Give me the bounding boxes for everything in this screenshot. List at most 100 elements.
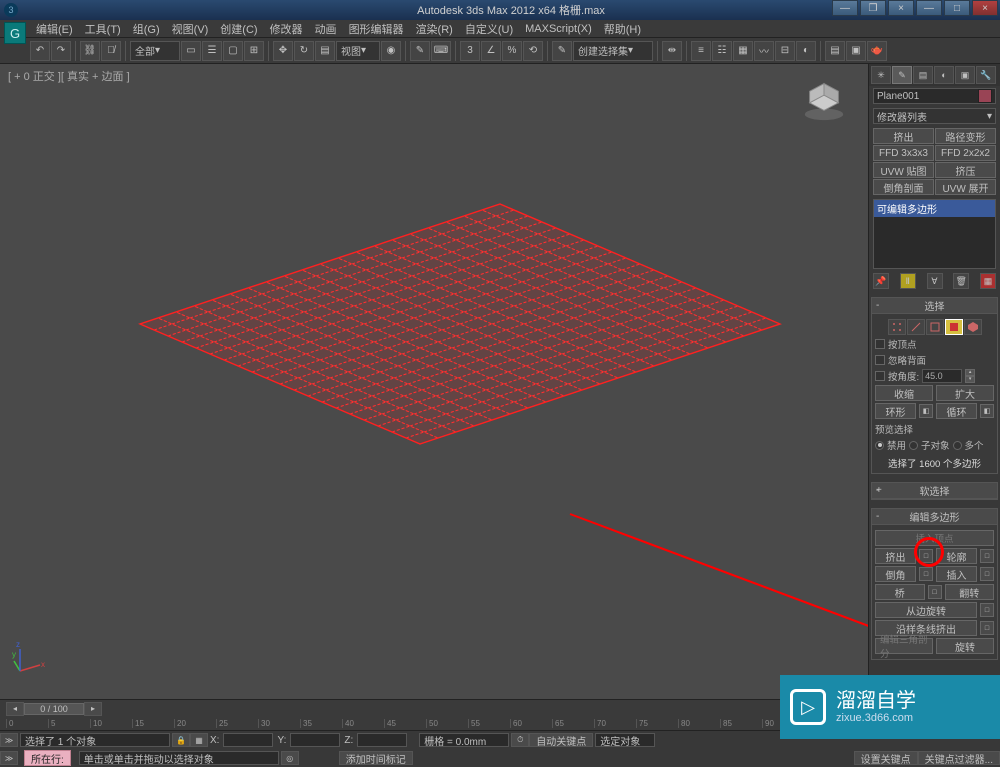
select-rotate-button[interactable]: ↻ bbox=[294, 41, 314, 61]
menu-edit[interactable]: 编辑(E) bbox=[30, 21, 79, 37]
script-mini-listener[interactable]: ≫ bbox=[0, 733, 18, 747]
lock-selection-button[interactable]: 🔒 bbox=[172, 733, 190, 747]
create-tab[interactable]: ✳ bbox=[871, 66, 891, 84]
menu-animation[interactable]: 动画 bbox=[309, 21, 343, 37]
extrude-button[interactable]: 挤出 bbox=[875, 548, 916, 564]
bridge-button[interactable]: 桥 bbox=[875, 584, 925, 600]
application-menu-button[interactable]: G bbox=[4, 22, 26, 44]
menu-tools[interactable]: 工具(T) bbox=[79, 21, 127, 37]
menu-customize[interactable]: 自定义(U) bbox=[459, 21, 519, 37]
make-unique-button[interactable]: ∀ bbox=[927, 273, 943, 289]
quick-mod-1[interactable]: 路径变形 bbox=[935, 128, 996, 144]
curve-editor-button[interactable]: 〰 bbox=[754, 41, 774, 61]
remove-modifier-button[interactable]: 🗑 bbox=[953, 273, 969, 289]
preview-off-radio[interactable] bbox=[875, 441, 884, 450]
quick-mod-2[interactable]: FFD 3x3x3 bbox=[873, 145, 934, 161]
vertex-subobj[interactable] bbox=[888, 319, 906, 335]
border-subobj[interactable] bbox=[926, 319, 944, 335]
by-angle-checkbox[interactable] bbox=[875, 371, 885, 381]
restore-button[interactable]: ❐ bbox=[860, 0, 886, 16]
menu-help[interactable]: 帮助(H) bbox=[598, 21, 647, 37]
autokey-button[interactable]: 自动关键点 bbox=[529, 733, 593, 747]
schematic-button[interactable]: ⊟ bbox=[775, 41, 795, 61]
inset-settings-button[interactable]: □ bbox=[980, 567, 994, 581]
hinge-button[interactable]: 从边旋转 bbox=[875, 602, 977, 618]
by-angle-value[interactable] bbox=[922, 369, 962, 383]
snap-toggle-button[interactable]: 3 bbox=[460, 41, 480, 61]
render-setup-button[interactable]: ▤ bbox=[825, 41, 845, 61]
align-button[interactable]: ≡ bbox=[691, 41, 711, 61]
grow-selection-button[interactable]: 扩大 bbox=[936, 385, 994, 401]
ignore-backfacing-checkbox[interactable] bbox=[875, 355, 885, 365]
retriangulate-button[interactable]: 旋转 bbox=[936, 638, 994, 654]
link-button[interactable]: ⛓ bbox=[80, 41, 100, 61]
x-coord-field[interactable] bbox=[223, 733, 273, 747]
extrude-spline-settings-button[interactable]: □ bbox=[980, 621, 994, 635]
select-object-button[interactable]: ▭ bbox=[181, 41, 201, 61]
quick-mod-0[interactable]: 挤出 bbox=[873, 128, 934, 144]
ref-coord-dropdown[interactable]: 视图 ▾ bbox=[336, 41, 380, 61]
undo-button[interactable]: ↶ bbox=[30, 41, 50, 61]
y-coord-field[interactable] bbox=[290, 733, 340, 747]
menu-views[interactable]: 视图(V) bbox=[166, 21, 215, 37]
minimize-outer-button[interactable]: — bbox=[916, 0, 942, 16]
edit-named-sel-button[interactable]: ✎ bbox=[552, 41, 572, 61]
by-vertex-checkbox[interactable] bbox=[875, 339, 885, 349]
quick-mod-4[interactable]: UVW 贴图 bbox=[873, 162, 934, 178]
modify-tab[interactable]: ✎ bbox=[892, 66, 912, 84]
edit-tri-button[interactable]: 编辑三角剖分 bbox=[875, 638, 933, 654]
angle-snap-button[interactable]: ∠ bbox=[481, 41, 501, 61]
isolate-button[interactable]: ◎ bbox=[281, 751, 299, 765]
time-prev-button[interactable]: ◂ bbox=[6, 702, 24, 716]
menu-modifiers[interactable]: 修改器 bbox=[264, 21, 309, 37]
rendered-frame-button[interactable]: ▣ bbox=[846, 41, 866, 61]
quick-mod-6[interactable]: 倒角剖面 bbox=[873, 179, 934, 195]
loop-button[interactable]: 循环 bbox=[936, 403, 977, 419]
inset-button[interactable]: 插入 bbox=[936, 566, 977, 582]
window-crossing-button[interactable]: ⊞ bbox=[244, 41, 264, 61]
select-by-name-button[interactable]: ☰ bbox=[202, 41, 222, 61]
ring-caddy[interactable]: ◧ bbox=[919, 404, 933, 418]
set-key-button[interactable]: 设置关键点 bbox=[854, 751, 918, 765]
keyboard-shortcut-button[interactable]: ⌨ bbox=[431, 41, 451, 61]
menu-create[interactable]: 创建(C) bbox=[214, 21, 263, 37]
key-selset-field[interactable]: 选定对象 bbox=[595, 733, 655, 747]
percent-snap-button[interactable]: % bbox=[502, 41, 522, 61]
modifier-list-dropdown[interactable]: 修改器列表▾ bbox=[873, 108, 996, 124]
bridge-settings-button[interactable]: □ bbox=[928, 585, 942, 599]
key-filter-button[interactable]: 关键点过滤器... bbox=[918, 751, 1000, 765]
layers-button[interactable]: ☷ bbox=[712, 41, 732, 61]
shrink-selection-button[interactable]: 收缩 bbox=[875, 385, 933, 401]
extrude-settings-button[interactable]: □ bbox=[919, 549, 933, 563]
hinge-settings-button[interactable]: □ bbox=[980, 603, 994, 617]
spinner-snap-button[interactable]: ⟲ bbox=[523, 41, 543, 61]
viewcube[interactable] bbox=[800, 74, 848, 122]
utilities-tab[interactable]: 🔧 bbox=[976, 66, 996, 84]
ring-button[interactable]: 环形 bbox=[875, 403, 916, 419]
select-move-button[interactable]: ✥ bbox=[273, 41, 293, 61]
quick-mod-3[interactable]: FFD 2x2x2 bbox=[935, 145, 996, 161]
z-coord-field[interactable] bbox=[357, 733, 407, 747]
menu-group[interactable]: 组(G) bbox=[127, 21, 166, 37]
quick-mod-5[interactable]: 挤压 bbox=[935, 162, 996, 178]
bevel-button[interactable]: 倒角 bbox=[875, 566, 916, 582]
maximize-button[interactable]: □ bbox=[944, 0, 970, 16]
selection-filter-dropdown[interactable]: 全部 ▾ bbox=[130, 41, 180, 61]
unlink-button[interactable]: ⛓̸ bbox=[101, 41, 121, 61]
select-rect-button[interactable]: ▢ bbox=[223, 41, 243, 61]
select-scale-button[interactable]: ▤ bbox=[315, 41, 335, 61]
time-config-button[interactable]: ⏱ bbox=[511, 733, 529, 747]
soft-selection-header[interactable]: +软选择 bbox=[872, 483, 997, 499]
outline-settings-button[interactable]: □ bbox=[980, 549, 994, 563]
named-sel-dropdown[interactable]: 创建选择集 ▾ bbox=[573, 41, 653, 61]
menu-maxscript[interactable]: MAXScript(X) bbox=[519, 23, 598, 35]
angle-spin-up[interactable]: ▴ bbox=[965, 369, 975, 376]
render-button[interactable]: 🫖 bbox=[867, 41, 887, 61]
modifier-stack[interactable]: 可编辑多边形 bbox=[873, 199, 996, 269]
graphite-button[interactable]: ▦ bbox=[733, 41, 753, 61]
pin-stack-button[interactable]: 📌 bbox=[873, 273, 889, 289]
pivot-center-button[interactable]: ◉ bbox=[381, 41, 401, 61]
show-end-result-button[interactable]: Ⅱ bbox=[900, 273, 916, 289]
redo-button[interactable]: ↷ bbox=[51, 41, 71, 61]
object-color-swatch[interactable] bbox=[978, 89, 992, 103]
